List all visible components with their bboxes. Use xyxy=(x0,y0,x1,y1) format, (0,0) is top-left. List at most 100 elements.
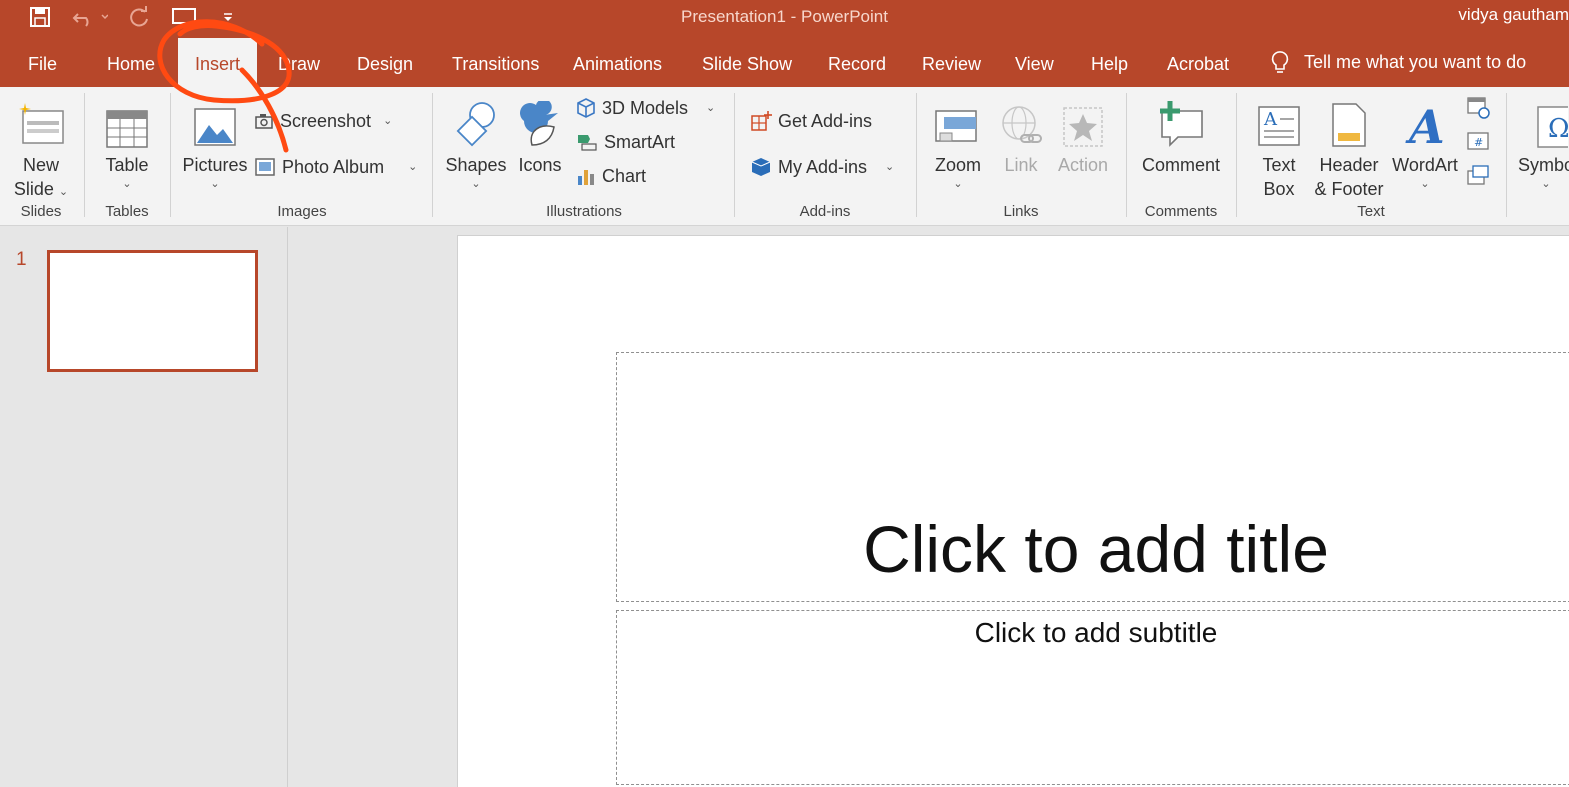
group-label-tables: Tables xyxy=(105,203,149,220)
tab-review[interactable]: Review xyxy=(922,38,981,87)
tab-insert[interactable]: Insert xyxy=(178,38,258,87)
ribbon: New Slide ⌄ Slides Table ⌄ Tables Pictur… xyxy=(0,87,1569,226)
screenshot-button[interactable]: Screenshot ⌄ xyxy=(254,107,392,135)
table-label: Table xyxy=(105,155,149,175)
get-addins-button[interactable]: Get Add-ins xyxy=(750,107,872,135)
bar-chart-icon xyxy=(578,170,594,185)
header-footer-label-2: & Footer xyxy=(1314,179,1384,199)
my-addins-button[interactable]: My Add-ins ⌄ xyxy=(750,153,894,181)
group-label-slides: Slides xyxy=(20,203,62,220)
wordart-label: WordArt xyxy=(1392,155,1458,175)
my-addins-icon xyxy=(751,158,771,176)
link-button[interactable]: Link xyxy=(996,93,1046,177)
tab-draw[interactable]: Draw xyxy=(278,38,320,87)
group-label-addins: Add-ins xyxy=(799,203,851,220)
icons-icon xyxy=(518,93,562,149)
chart-label: Chart xyxy=(602,165,647,186)
tab-record[interactable]: Record xyxy=(828,38,886,87)
photo-album-button[interactable]: Photo Album ⌄ xyxy=(254,153,417,181)
subtitle-placeholder[interactable]: Click to add subtitle xyxy=(616,610,1569,785)
tab-help[interactable]: Help xyxy=(1091,38,1128,87)
screenshot-label: Screenshot xyxy=(280,110,372,131)
ribbon-tabs: File Home Insert Draw Design Transitions… xyxy=(0,38,1569,87)
group-label-illustrations: Illustrations xyxy=(546,203,622,220)
slide-number-button[interactable]: # xyxy=(1466,127,1490,155)
comment-icon xyxy=(1156,93,1206,149)
shapes-icon xyxy=(452,93,500,149)
header-footer-label-1: Header xyxy=(1319,155,1379,175)
group-separator xyxy=(734,93,735,217)
comment-button[interactable]: Comment xyxy=(1136,93,1226,177)
my-addins-label: My Add-ins xyxy=(778,156,868,177)
group-separator xyxy=(1506,93,1507,217)
svg-text:#: # xyxy=(1474,136,1483,149)
text-box-label-2: Box xyxy=(1263,179,1295,199)
group-separator xyxy=(432,93,433,217)
zoom-icon xyxy=(934,93,982,149)
get-addins-label: Get Add-ins xyxy=(778,110,873,131)
slide-number-icon: # xyxy=(1467,132,1489,150)
link-label: Link xyxy=(1004,155,1038,175)
table-button[interactable]: Table ⌄ xyxy=(94,93,160,191)
3d-models-button[interactable]: 3D Models ⌄ xyxy=(576,94,715,122)
text-box-button[interactable]: A Text Box xyxy=(1248,93,1310,201)
zoom-label: Zoom xyxy=(934,155,981,175)
date-time-button[interactable] xyxy=(1466,93,1490,121)
tab-design[interactable]: Design xyxy=(357,38,413,87)
new-slide-button[interactable]: New Slide ⌄ xyxy=(8,93,74,201)
tab-view[interactable]: View xyxy=(1015,38,1054,87)
icons-button[interactable]: Icons xyxy=(514,93,566,177)
group-label-text: Text xyxy=(1357,203,1385,220)
action-button[interactable]: Action xyxy=(1052,93,1114,177)
title-placeholder-text: Click to add title xyxy=(863,512,1329,586)
object-icon xyxy=(1467,165,1489,185)
smartart-label: SmartArt xyxy=(604,131,676,152)
photo-album-icon xyxy=(255,158,275,176)
pictures-icon xyxy=(193,93,237,149)
pictures-button[interactable]: Pictures ⌄ xyxy=(180,93,250,191)
tab-animations[interactable]: Animations xyxy=(573,38,662,87)
object-button[interactable] xyxy=(1466,161,1490,189)
smartart-button[interactable]: SmartArt xyxy=(576,128,675,156)
tab-slide-show[interactable]: Slide Show xyxy=(702,38,792,87)
cube-icon xyxy=(577,98,595,118)
symbols-button[interactable]: Ω Symbo ⌄ xyxy=(1516,93,1569,191)
svg-text:Ω: Ω xyxy=(1548,114,1568,144)
group-separator xyxy=(84,93,85,217)
chevron-down-icon: ⌄ xyxy=(706,102,716,114)
title-placeholder[interactable]: Click to add title xyxy=(616,352,1569,602)
chevron-down-icon: ⌄ xyxy=(471,178,481,190)
tab-acrobat[interactable]: Acrobat xyxy=(1167,38,1229,87)
chevron-down-icon: ⌄ xyxy=(1420,178,1430,190)
header-footer-button[interactable]: Header & Footer xyxy=(1310,93,1388,201)
user-name[interactable]: vidya gautham xyxy=(1458,5,1569,25)
svg-text:A: A xyxy=(1405,101,1445,149)
3d-models-label: 3D Models xyxy=(602,97,689,118)
link-icon xyxy=(999,93,1043,149)
tell-me-search[interactable]: Tell me what you want to do xyxy=(1270,38,1526,87)
symbols-label: Symbo xyxy=(1517,155,1569,175)
action-label: Action xyxy=(1057,155,1109,175)
slide-thumbnail[interactable] xyxy=(47,250,258,372)
tab-file[interactable]: File xyxy=(28,38,57,87)
omega-icon: Ω xyxy=(1524,93,1568,149)
slide-canvas[interactable]: Click to add title Click to add subtitle xyxy=(457,235,1569,787)
zoom-button[interactable]: Zoom ⌄ xyxy=(926,93,990,191)
store-icon xyxy=(751,111,772,131)
group-label-comments: Comments xyxy=(1144,203,1218,220)
slide-thumbnail-pane: 1 xyxy=(0,227,288,787)
chart-button[interactable]: Chart xyxy=(576,162,646,190)
chevron-down-icon: ⌄ xyxy=(1541,178,1551,190)
icons-label: Icons xyxy=(518,155,562,175)
tab-home[interactable]: Home xyxy=(107,38,155,87)
wordart-button[interactable]: A WordArt ⌄ xyxy=(1388,93,1462,191)
comment-label: Comment xyxy=(1141,155,1221,175)
smartart-icon xyxy=(578,135,597,151)
shapes-button[interactable]: Shapes ⌄ xyxy=(444,93,508,191)
text-box-label-1: Text xyxy=(1262,155,1296,175)
text-box-icon: A xyxy=(1256,93,1302,149)
camera-icon xyxy=(255,114,273,129)
group-separator xyxy=(916,93,917,217)
tab-transitions[interactable]: Transitions xyxy=(452,38,539,87)
slide-number: 1 xyxy=(16,249,27,270)
